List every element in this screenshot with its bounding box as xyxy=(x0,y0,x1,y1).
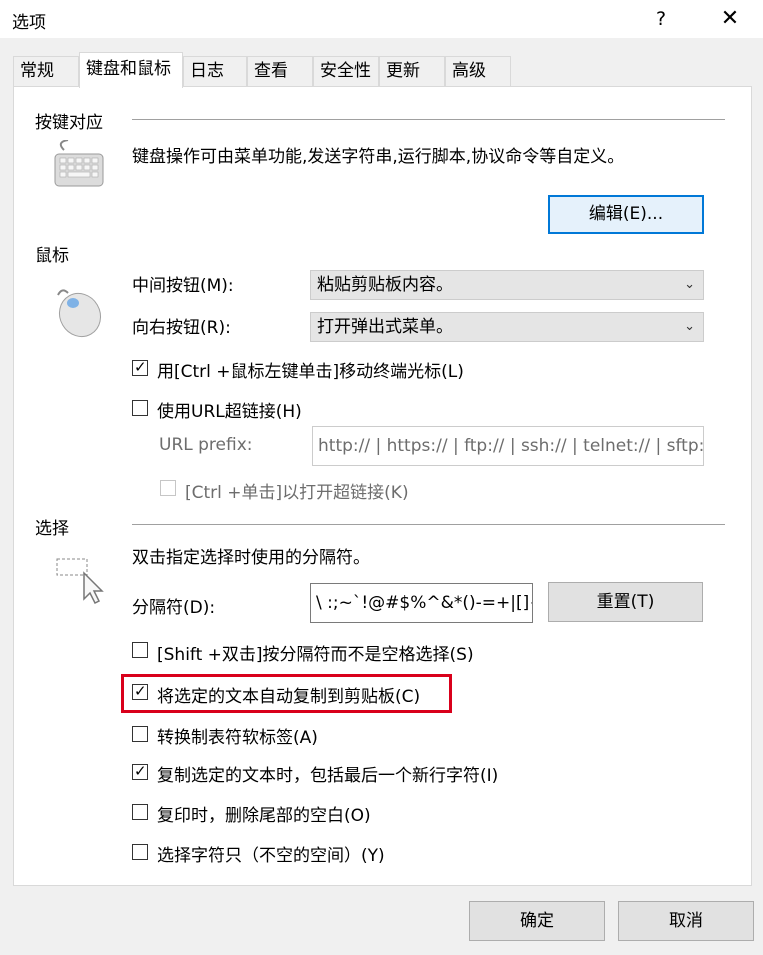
close-button[interactable]: ✕ xyxy=(712,4,748,34)
middle-button-select[interactable]: 粘贴剪贴板内容。 ⌄ xyxy=(310,270,704,300)
check-icon: ✓ xyxy=(134,358,147,376)
chevron-down-icon: ⌄ xyxy=(684,277,695,292)
right-button-select[interactable]: 打开弹出式菜单。 ⌄ xyxy=(310,312,704,342)
auto-copy-label: 将选定的文本自动复制到剪贴板(C) xyxy=(157,687,421,707)
keys-description: 键盘操作可由菜单功能,发送字符串,运行脚本,协议命令等自定义。 xyxy=(132,147,625,167)
edit-keys-button[interactable]: 编辑(E)... xyxy=(548,195,704,234)
trim-trailing-label: 复印时，删除尾部的空白(O) xyxy=(157,806,371,826)
select-chars-only-label: 选择字符只（不空的空间）(Y) xyxy=(157,846,385,866)
reset-button[interactable]: 重置(T) xyxy=(548,582,703,622)
convert-tabs-checkbox[interactable] xyxy=(132,726,148,742)
ctrl-click-checkbox[interactable]: ✓ xyxy=(132,358,148,376)
delimiter-label: 分隔符(D): xyxy=(132,598,216,618)
ctrl-open-link-checkbox[interactable] xyxy=(160,480,176,496)
include-newline-checkbox[interactable]: ✓ xyxy=(132,762,148,780)
trim-trailing-checkbox[interactable] xyxy=(132,804,148,820)
middle-button-value: 粘贴剪贴板内容。 xyxy=(317,275,453,295)
keyboard-icon xyxy=(52,139,106,195)
shift-dblclick-checkbox[interactable] xyxy=(132,642,148,658)
keys-section-title: 按键对应 xyxy=(35,113,103,133)
include-newline-label: 复制选定的文本时，包括最后一个新行字符(I) xyxy=(157,766,499,786)
right-button-label: 向右按钮(R): xyxy=(132,318,231,338)
ok-button[interactable]: 确定 xyxy=(469,901,605,941)
selection-section-title: 选择 xyxy=(35,519,69,539)
check-icon: ✓ xyxy=(134,682,147,700)
convert-tabs-label: 转换制表符软标签(A) xyxy=(157,728,318,748)
selection-cursor-icon xyxy=(54,555,108,612)
selection-divider xyxy=(132,524,725,525)
select-chars-only-checkbox[interactable] xyxy=(132,844,148,860)
use-url-label: 使用URL超链接(H) xyxy=(157,402,302,422)
delimiter-input[interactable]: \ :;~`!@#$%^&*()-=+|[]{} xyxy=(310,583,533,623)
cancel-button[interactable]: 取消 xyxy=(618,901,754,941)
chevron-down-icon: ⌄ xyxy=(684,319,695,334)
tab-update[interactable]: 更新 xyxy=(379,56,445,86)
title-bar: 选项 ? ✕ xyxy=(0,0,763,38)
use-url-checkbox[interactable] xyxy=(132,400,148,416)
selection-description: 双击指定选择时使用的分隔符。 xyxy=(132,548,370,568)
tab-security[interactable]: 安全性 xyxy=(313,56,379,86)
url-prefix-input[interactable]: http:// | https:// | ftp:// | ssh:// | t… xyxy=(312,426,704,466)
tab-advanced[interactable]: 高级 xyxy=(445,56,511,86)
tab-keyboard-mouse[interactable]: 键盘和鼠标 xyxy=(79,52,183,88)
help-button[interactable]: ? xyxy=(645,4,677,34)
right-button-value: 打开弹出式菜单。 xyxy=(317,317,453,337)
tab-log[interactable]: 日志 xyxy=(183,56,247,86)
window-title: 选项 xyxy=(12,13,46,33)
ctrl-open-link-label: [Ctrl +单击]以打开超链接(K) xyxy=(185,483,409,503)
mouse-icon xyxy=(52,285,108,346)
shift-dblclick-label: [Shift +双击]按分隔符而不是空格选择(S) xyxy=(157,645,474,665)
keys-divider xyxy=(132,119,725,120)
tab-general[interactable]: 常规 xyxy=(13,56,79,86)
check-icon: ✓ xyxy=(134,762,147,780)
mouse-section-title: 鼠标 xyxy=(35,246,69,266)
middle-button-label: 中间按钮(M): xyxy=(132,276,234,296)
auto-copy-checkbox[interactable]: ✓ xyxy=(132,682,148,700)
ctrl-click-label: 用[Ctrl +鼠标左键单击]移动终端光标(L) xyxy=(157,362,464,382)
url-prefix-label: URL prefix: xyxy=(159,435,253,455)
tab-view[interactable]: 查看 xyxy=(247,56,313,86)
